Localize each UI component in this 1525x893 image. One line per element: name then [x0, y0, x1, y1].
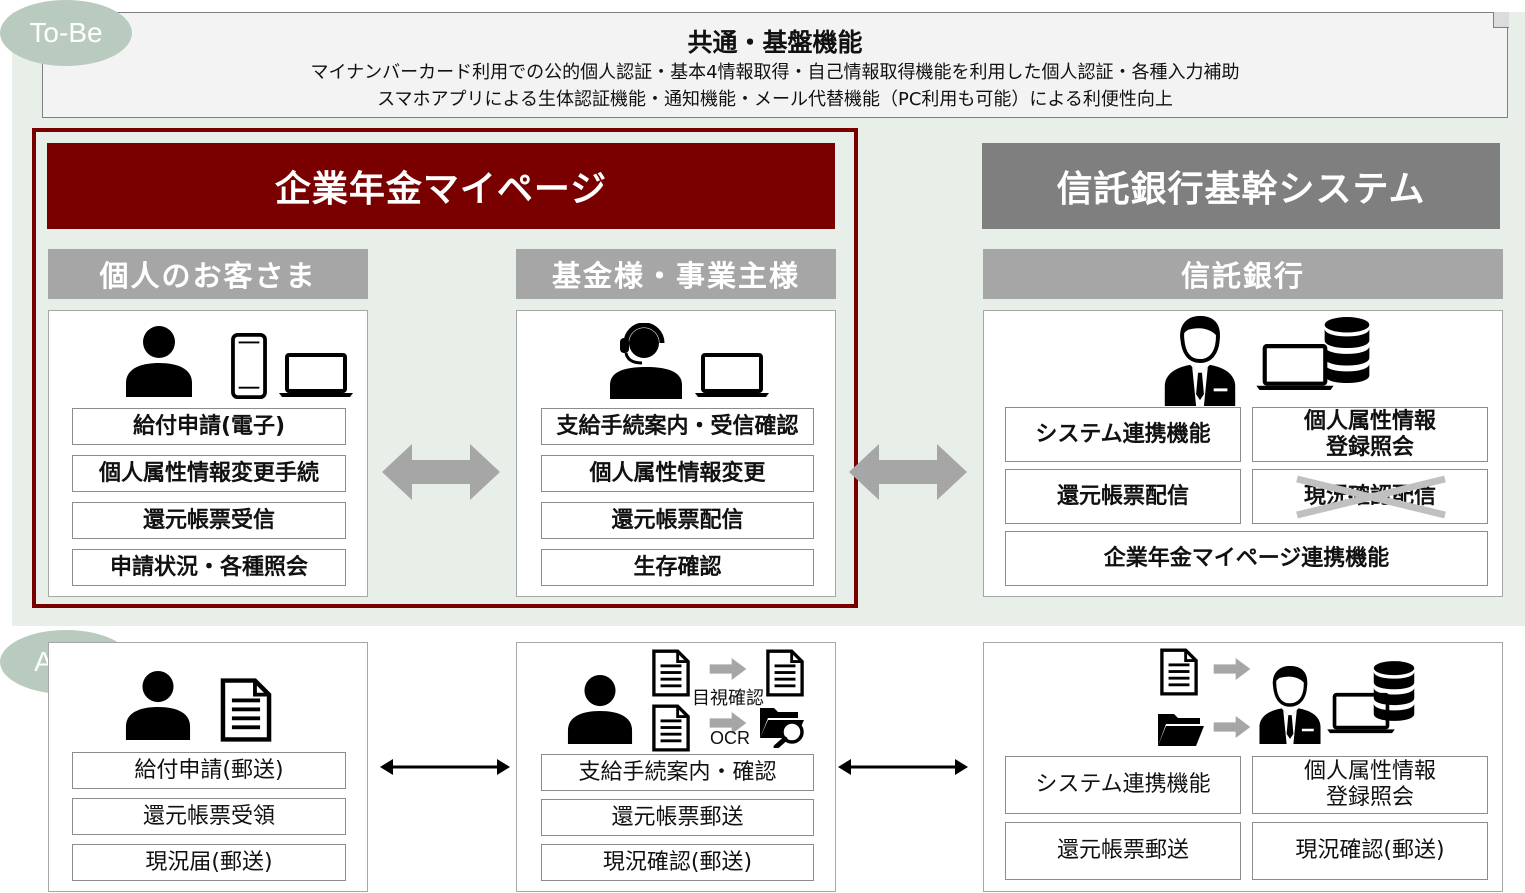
tobe-bank-crossed-item: 現況確認配信: [1252, 469, 1488, 524]
headset-operator-icon: [606, 323, 686, 399]
double-arrow-icon: [849, 444, 967, 500]
ocr-label: OCR: [710, 728, 750, 748]
tobe-customer-item: 給付申請(電子): [72, 408, 346, 445]
folded-corner: [1493, 12, 1509, 28]
tobe-fund-item: 支給手続案内・受信確認: [541, 408, 814, 445]
common-title: 共通・基盤機能: [687, 28, 863, 57]
tobe-bank-report: 還元帳票配信: [1005, 469, 1241, 524]
arrow-right-icon: [1212, 658, 1252, 680]
document-icon: [652, 704, 690, 752]
tobe-bank-mypage-link: 企業年金マイページ連携機能: [1005, 531, 1488, 586]
laptop-icon: [694, 352, 770, 398]
asis-bank-attr-info: 個人属性情報 登録照会: [1252, 756, 1488, 814]
asis-bank-system-link: システム連携機能: [1005, 756, 1241, 814]
tobe-bank-header: 信託銀行: [983, 249, 1503, 299]
tobe-bank-system-link: システム連携機能: [1005, 407, 1241, 462]
double-arrow-icon: [382, 444, 500, 500]
person-icon: [566, 673, 634, 745]
common-line-1: マイナンバーカード利用での公的個人認証・基本4情報取得・自己情報取得機能を利用し…: [310, 62, 1240, 83]
asis-customer-item: 現況届(郵送): [72, 844, 346, 881]
smartphone-icon: [230, 333, 268, 399]
tobe-fund-item: 個人属性情報変更: [541, 455, 814, 492]
businessman-icon: [1162, 316, 1238, 406]
document-icon: [766, 649, 804, 697]
folder-search-icon: [758, 704, 808, 748]
laptop-icon: [278, 352, 354, 398]
tobe-fund-header: 基金様・事業主様: [516, 249, 836, 299]
tobe-fund-item: 還元帳票配信: [541, 502, 814, 539]
trust-system-banner: 信託銀行基幹システム: [982, 143, 1500, 229]
tobe-bank-attr-info: 個人属性情報 登録照会: [1252, 407, 1488, 462]
arrow-right-icon: [1212, 716, 1252, 738]
visual-check-label: 目視確認: [692, 688, 764, 708]
tobe-customer-item: 個人属性情報変更手続: [72, 455, 346, 492]
mypage-banner: 企業年金マイページ: [47, 143, 835, 229]
folder-icon: [1156, 708, 1206, 748]
asis-bank-status: 現況確認(郵送): [1252, 822, 1488, 880]
tobe-customer-item: 申請状況・各種照会: [72, 549, 346, 586]
document-icon: [1160, 648, 1198, 696]
person-icon: [124, 325, 194, 397]
asis-fund-item: 現況確認(郵送): [541, 844, 814, 881]
tobe-customer-header: 個人のお客さま: [48, 249, 368, 299]
database-icon: [1322, 316, 1372, 384]
arrow-right-icon: [708, 658, 748, 680]
asis-bank-report: 還元帳票郵送: [1005, 822, 1241, 880]
to-be-tag: To-Be: [0, 0, 132, 66]
double-arrow-icon: [838, 759, 968, 775]
document-icon: [218, 678, 274, 742]
asis-fund-item: 還元帳票郵送: [541, 799, 814, 836]
database-icon: [1372, 660, 1416, 722]
common-line-2: スマホアプリによる生体認証機能・通知機能・メール代替機能（PC利用も可能）による…: [377, 89, 1173, 110]
asis-customer-item: 給付申請(郵送): [72, 752, 346, 789]
asis-customer-item: 還元帳票受領: [72, 798, 346, 835]
tobe-customer-item: 還元帳票受信: [72, 502, 346, 539]
asis-fund-item: 支給手続案内・確認: [541, 754, 814, 791]
double-arrow-icon: [380, 759, 510, 775]
businessman-icon: [1257, 666, 1323, 744]
tobe-fund-item: 生存確認: [541, 549, 814, 586]
cross-out-mark: [1296, 475, 1446, 519]
person-icon: [124, 670, 192, 740]
document-icon: [652, 649, 690, 697]
common-base-functions-box: 共通・基盤機能 マイナンバーカード利用での公的個人認証・基本4情報取得・自己情報…: [42, 12, 1508, 118]
